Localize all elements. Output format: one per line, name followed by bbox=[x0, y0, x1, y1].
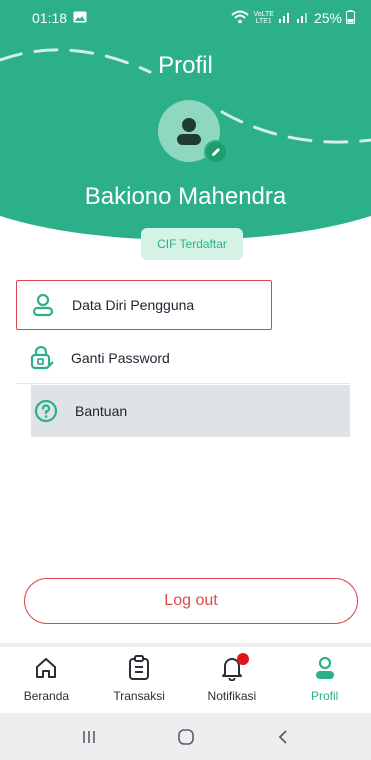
help-icon bbox=[34, 399, 58, 423]
menu-item-ganti-password[interactable]: Ganti Password bbox=[16, 332, 350, 384]
notification-dot bbox=[236, 653, 249, 665]
receipt-icon bbox=[124, 653, 154, 683]
recent-apps-button[interactable] bbox=[69, 722, 109, 752]
recent-apps-icon bbox=[82, 730, 95, 743]
battery-icon bbox=[346, 9, 355, 27]
nav-label: Beranda bbox=[23, 689, 70, 703]
cif-status-badge: CIF Terdaftar bbox=[141, 228, 243, 260]
nav-beranda[interactable]: Beranda bbox=[6, 653, 86, 703]
volte-label: VoLTE bbox=[253, 11, 274, 18]
menu-item-data-diri[interactable]: Data Diri Pengguna bbox=[16, 280, 272, 330]
page-title: Profil bbox=[158, 52, 213, 79]
status-time: 01:18 bbox=[32, 10, 68, 26]
menu-item-bantuan[interactable]: Bantuan bbox=[31, 385, 350, 437]
signal-2-icon bbox=[296, 10, 310, 26]
status-bar: 01:18 VoLTE LTE1 25% bbox=[0, 0, 371, 36]
pencil-icon bbox=[212, 148, 220, 156]
lock-edit-icon bbox=[30, 345, 54, 370]
home-system-button[interactable] bbox=[166, 722, 206, 752]
volte-icon: VoLTE LTE1 bbox=[253, 11, 274, 25]
back-chevron-icon bbox=[278, 729, 287, 744]
wifi-icon bbox=[231, 10, 250, 27]
person-icon bbox=[31, 293, 55, 317]
bottom-navigation: Beranda Transaksi Notifikasi Profil bbox=[0, 643, 371, 713]
user-name: Bakiono Mahendra bbox=[84, 183, 287, 210]
battery-percent: 25% bbox=[313, 10, 342, 26]
nav-profil[interactable]: Profil bbox=[285, 653, 365, 703]
logout-button[interactable]: Log out bbox=[24, 578, 358, 624]
menu-item-label: Ganti Password bbox=[71, 349, 170, 366]
menu-item-label: Data Diri Pengguna bbox=[72, 297, 195, 313]
edit-avatar-button[interactable] bbox=[204, 140, 228, 164]
nav-notifikasi[interactable]: Notifikasi bbox=[192, 653, 272, 703]
lte-label: LTE1 bbox=[255, 18, 272, 25]
back-button[interactable] bbox=[263, 722, 303, 752]
nav-label: Profil bbox=[310, 689, 339, 703]
menu-item-label: Bantuan bbox=[75, 402, 128, 419]
nav-transaksi[interactable]: Transaksi bbox=[99, 653, 179, 703]
profile-screen: 01:18 VoLTE LTE1 25% Profil Bakiono Mahe… bbox=[0, 0, 371, 760]
system-navigation-bar bbox=[0, 713, 371, 760]
signal-1-icon bbox=[278, 10, 292, 26]
nav-label: Notifikasi bbox=[207, 689, 257, 703]
user-silhouette-icon bbox=[177, 118, 201, 145]
profile-icon bbox=[310, 653, 340, 683]
home-circle-icon bbox=[177, 728, 194, 745]
gallery-notification-icon bbox=[73, 10, 87, 26]
home-icon bbox=[31, 653, 61, 683]
bell-icon bbox=[217, 653, 249, 683]
avatar[interactable] bbox=[158, 100, 228, 164]
nav-label: Transaksi bbox=[113, 689, 165, 703]
